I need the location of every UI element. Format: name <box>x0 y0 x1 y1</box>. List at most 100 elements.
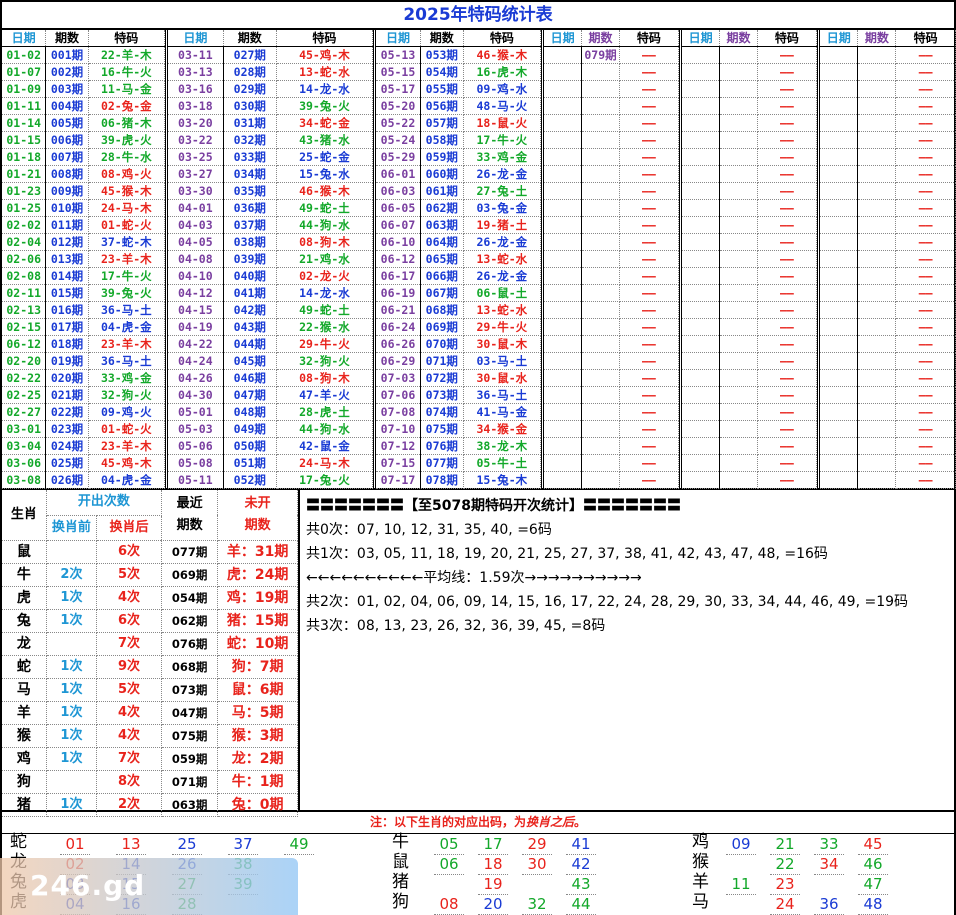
draw-issue: 036期 <box>223 199 277 217</box>
draw-date <box>682 284 721 302</box>
draw-issue <box>581 301 620 319</box>
draw-issue: 047期 <box>223 386 277 404</box>
draw-date <box>544 301 583 319</box>
draw-row: —— <box>544 318 680 336</box>
draw-issue: 021期 <box>45 386 89 404</box>
draw-code: 11-马-金 <box>88 80 166 98</box>
map-number: 44 <box>566 894 596 915</box>
count-before: 1次 <box>46 724 98 748</box>
draw-row: —— <box>682 46 818 64</box>
draw-code: 33-鸡-金 <box>88 369 166 387</box>
draw-code: 46-猴-木 <box>463 46 542 64</box>
map-number: 47 <box>858 874 888 895</box>
draw-date: 06-12 <box>376 250 421 268</box>
count-after: 4次 <box>96 586 163 610</box>
map-zodiac: 鸡 <box>692 832 709 852</box>
header-miss-line2: 期数 <box>244 517 271 533</box>
draw-code: 15-兔-水 <box>276 165 374 183</box>
note-emphasis: 换肖之后 <box>525 815 574 829</box>
draw-row: —— <box>820 97 956 115</box>
draw-row: 05-03 049期 44-狗-水 <box>168 420 374 438</box>
page-title: 2025年特码统计表 <box>0 0 956 30</box>
draw-date <box>682 182 721 200</box>
draw-row: 03-06 025期 45-鸡-木 <box>2 454 166 472</box>
draw-date <box>820 352 859 370</box>
header-zodiac: 生肖 <box>2 490 47 541</box>
draw-date: 07-10 <box>376 420 421 438</box>
draw-code: 30-鼠-水 <box>463 369 542 387</box>
draw-row: 01-25 010期 24-马-木 <box>2 199 166 217</box>
draw-row: —— <box>544 80 680 98</box>
draw-code: 21-鸡-水 <box>276 250 374 268</box>
draw-issue: 072期 <box>420 369 464 387</box>
draw-date <box>682 267 721 285</box>
draw-issue: 079期 <box>581 46 620 64</box>
draw-date: 06-26 <box>376 335 421 353</box>
zodiac-name: 猴 <box>2 724 47 748</box>
draw-row: 04-22 044期 29-牛-火 <box>168 335 374 353</box>
draw-issue <box>857 148 897 166</box>
draw-code: 26-龙-金 <box>463 233 542 251</box>
map-number: 29 <box>522 834 552 855</box>
draw-code: —— <box>895 369 956 387</box>
draw-code: —— <box>895 284 956 302</box>
header-recent: 最近 期数 <box>161 490 219 541</box>
map-number: 08 <box>434 894 464 915</box>
map-number: 32 <box>522 894 552 915</box>
draw-row: —— <box>682 114 818 132</box>
draw-code: —— <box>619 199 680 217</box>
draw-row: 04-12 041期 14-龙-水 <box>168 284 374 302</box>
draw-code: 17-牛-火 <box>88 267 166 285</box>
draw-row: 03-30 035期 46-猴-木 <box>168 182 374 200</box>
draw-code: —— <box>757 335 818 353</box>
draw-code: 02-龙-火 <box>276 267 374 285</box>
draw-code: —— <box>619 284 680 302</box>
draw-row: 04-05 038期 08-狗-木 <box>168 233 374 251</box>
draw-date: 01-07 <box>2 63 47 81</box>
draw-date <box>820 63 859 81</box>
draw-date: 06-12 <box>2 335 47 353</box>
draw-date: 03-01 <box>2 420 47 438</box>
draw-date: 04-05 <box>168 233 224 251</box>
zodiac-row: 鸡 1次 7次 059期 龙：2期 <box>2 747 298 771</box>
map-number: 01 <box>60 834 90 855</box>
count-before: 1次 <box>46 609 98 633</box>
draw-date: 06-19 <box>376 284 421 302</box>
draw-row: 02-02 011期 01-蛇-火 <box>2 216 166 234</box>
draw-row: 06-24 069期 29-牛-火 <box>376 318 542 336</box>
draw-row: —— <box>682 335 818 353</box>
draw-issue <box>857 386 897 404</box>
header-recent-line2: 期数 <box>176 517 203 533</box>
draw-date <box>544 352 583 370</box>
draw-issue: 042期 <box>223 301 277 319</box>
draw-code: —— <box>757 250 818 268</box>
draw-code: 47-羊-火 <box>276 386 374 404</box>
draw-code: 45-猴-木 <box>88 182 166 200</box>
draw-row: —— <box>820 301 956 319</box>
draw-code: —— <box>895 403 956 421</box>
draw-issue: 070期 <box>420 335 464 353</box>
draw-code: —— <box>895 63 956 81</box>
zodiac-row: 猴 1次 4次 075期 猴：3期 <box>2 724 298 748</box>
draw-row: 02-20 019期 36-马-土 <box>2 352 166 370</box>
header-miss: 未开 期数 <box>217 490 298 541</box>
draw-row: —— <box>820 284 956 302</box>
zodiac-row: 蛇 1次 9次 068期 狗：7期 <box>2 655 298 679</box>
draw-issue: 065期 <box>420 250 464 268</box>
draw-code: 36-马-土 <box>88 301 166 319</box>
draw-issue <box>719 437 758 455</box>
draw-date <box>544 369 583 387</box>
draw-row: 03-22 032期 43-猪-水 <box>168 131 374 149</box>
draw-issue: 012期 <box>45 233 89 251</box>
draw-row: —— <box>820 199 956 217</box>
draw-row: —— <box>682 63 818 81</box>
draw-code: 04-虎-金 <box>88 471 166 489</box>
map-number: 41 <box>566 834 596 855</box>
draw-issue <box>719 80 758 98</box>
draw-date: 01-21 <box>2 165 47 183</box>
draw-row: 06-17 066期 26-龙-金 <box>376 267 542 285</box>
draw-code: —— <box>757 131 818 149</box>
draw-row: —— <box>820 114 956 132</box>
draw-date <box>544 165 583 183</box>
recent-issue: 062期 <box>161 609 219 633</box>
